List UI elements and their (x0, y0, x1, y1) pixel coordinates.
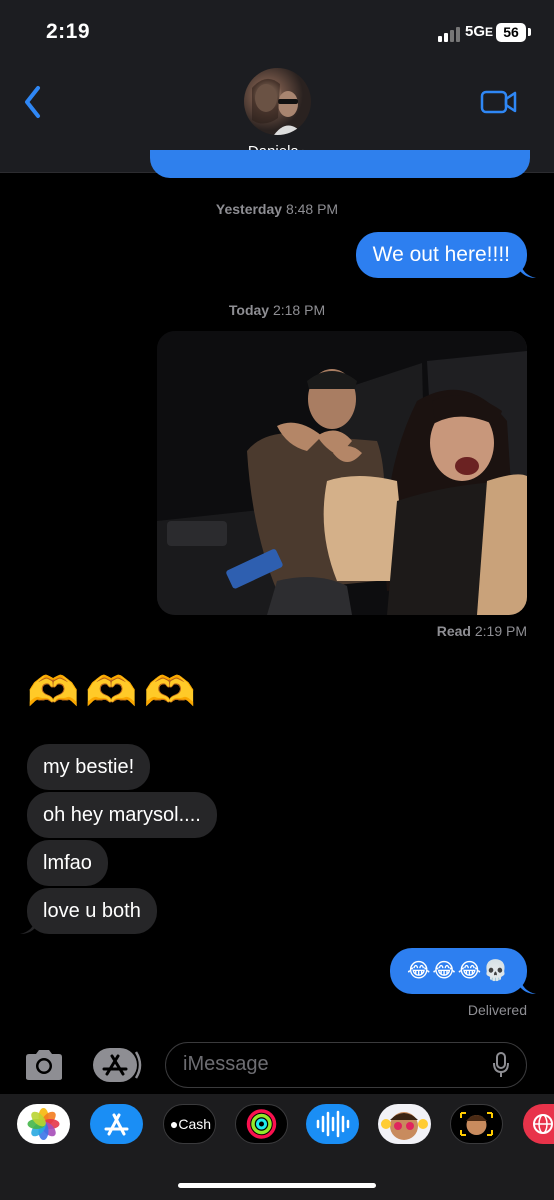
microphone-icon[interactable] (492, 1052, 510, 1078)
read-receipt: Read 2:19 PM (436, 623, 527, 639)
app-store-icon[interactable] (92, 1046, 144, 1084)
home-indicator (178, 1183, 376, 1188)
incoming-message-bubble[interactable]: lmfao (27, 840, 108, 886)
facetime-video-icon[interactable] (480, 88, 518, 116)
previous-message-bubble[interactable] (150, 150, 530, 178)
back-chevron-icon[interactable] (18, 82, 58, 122)
camera-icon[interactable] (24, 1048, 64, 1082)
photos-app-icon[interactable] (17, 1104, 70, 1144)
battery-indicator-overlay: 56 (496, 23, 526, 42)
animoji-icon[interactable] (450, 1104, 503, 1144)
audio-message-icon[interactable] (306, 1104, 359, 1144)
memoji-stickers-icon[interactable] (378, 1104, 431, 1144)
emoji-message[interactable]: 🫶🫶🫶 (27, 668, 202, 717)
incoming-message-bubble[interactable]: love u both (27, 888, 157, 934)
photo-attachment[interactable] (157, 331, 527, 615)
outgoing-message-bubble[interactable]: We out here!!!! (355, 232, 527, 278)
bubble-tail (520, 261, 536, 278)
contact-avatar[interactable] (244, 68, 311, 135)
incoming-message-bubble[interactable]: oh hey marysol.... (27, 792, 217, 838)
battery-cap-overlay (528, 28, 531, 36)
bubble-tail (20, 917, 36, 934)
bubble-tail (520, 977, 536, 994)
apple-cash-app-icon[interactable]: ●Cash (163, 1104, 216, 1144)
message-input-placeholder: iMessage (183, 1053, 269, 1075)
timestamp-yesterday: Yesterday 8:48 PM (215, 201, 339, 217)
network-type-overlay: 5GE (465, 23, 494, 40)
delivered-status: Delivered (467, 1002, 527, 1018)
status-time-overlay: 2:19 (46, 20, 91, 43)
outgoing-message-bubble[interactable]: 😂😂😂💀 (389, 948, 527, 994)
cell-signal-icon-overlay (438, 26, 462, 42)
incoming-message-bubble[interactable]: my bestie! (27, 744, 151, 790)
app-store-app-icon[interactable] (90, 1104, 143, 1144)
fitness-activity-icon[interactable] (235, 1104, 288, 1144)
timestamp-today: Today 2:18 PM (228, 302, 326, 318)
